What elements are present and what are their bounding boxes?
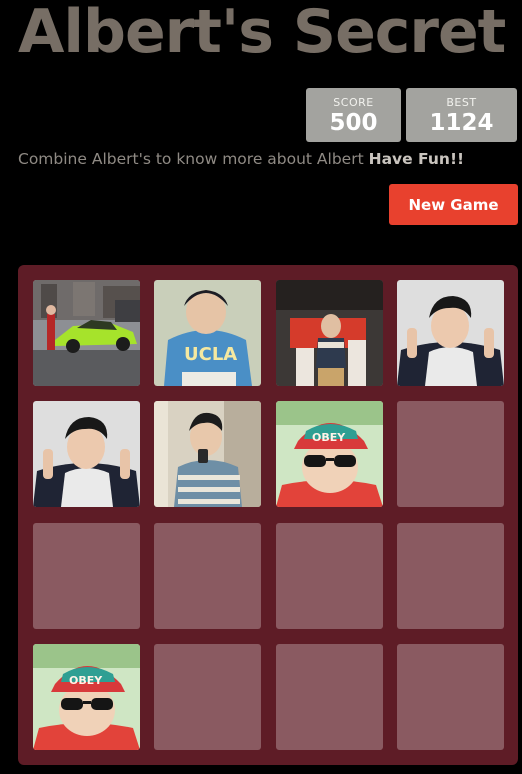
grid-cell <box>33 401 140 507</box>
game-title: Albert's Secret <box>18 0 506 67</box>
photo-ucla-hoodie-tile: UCLA <box>154 280 261 386</box>
photo-ted-stage-tile <box>276 280 383 386</box>
svg-text:OBEY: OBEY <box>69 674 103 687</box>
grid-cell <box>154 644 261 750</box>
score-label: SCORE <box>333 96 374 109</box>
intro-text: Combine Albert's to know more about Albe… <box>18 150 369 168</box>
grid-cell <box>397 523 504 629</box>
best-label: BEST <box>446 96 477 109</box>
score-value: 500 <box>329 110 378 136</box>
game-page: Albert's Secret SCORE 500 BEST 1124 Comb… <box>0 0 522 774</box>
best-value: 1124 <box>429 110 494 136</box>
photo-selfie-hoodie-tile <box>33 401 140 507</box>
grid-cell <box>397 644 504 750</box>
grid-cell: OBEY <box>276 401 383 507</box>
grid-cell: UCLA <box>154 280 261 386</box>
score-container: SCORE 500 <box>306 88 401 142</box>
grid-cell <box>276 523 383 629</box>
grid-cell <box>397 401 504 507</box>
new-game-button[interactable]: New Game <box>389 184 518 225</box>
grid-cell <box>154 523 261 629</box>
grid-cell: OBEY <box>33 644 140 750</box>
game-intro: Combine Albert's to know more about Albe… <box>18 150 464 168</box>
photo-selfie-hoodie-tile <box>397 280 504 386</box>
photo-sports-car-tile <box>33 280 140 386</box>
game-board[interactable]: UCLA OBEY OBEY <box>18 265 518 765</box>
grid-cell <box>33 523 140 629</box>
photo-obey-cap-sunglasses-tile: OBEY <box>276 401 383 507</box>
grid-cell <box>33 280 140 386</box>
grid-cell <box>276 644 383 750</box>
grid-cell <box>154 401 261 507</box>
grid-cell <box>397 280 504 386</box>
grid-cell <box>276 280 383 386</box>
photo-mirror-selfie-tile <box>154 401 261 507</box>
intro-emphasis: Have Fun!! <box>368 150 465 168</box>
best-score-container: BEST 1124 <box>406 88 517 142</box>
svg-text:UCLA: UCLA <box>184 344 237 365</box>
svg-text:OBEY: OBEY <box>312 431 346 444</box>
photo-obey-cap-sunglasses-tile: OBEY <box>33 644 140 750</box>
